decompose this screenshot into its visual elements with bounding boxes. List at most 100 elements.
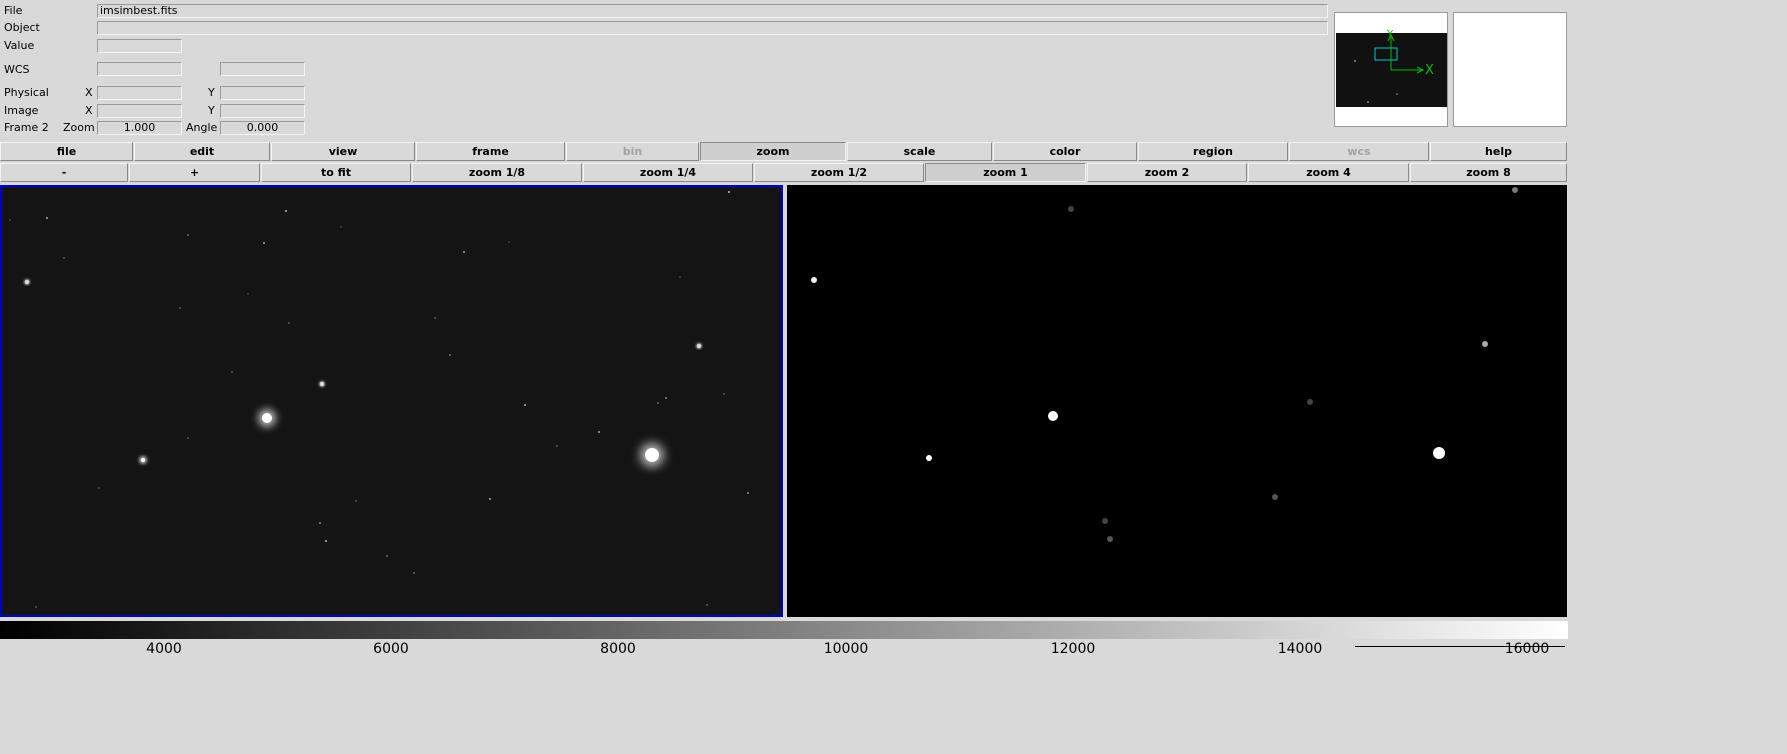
wcs-x-field xyxy=(97,62,182,76)
menu-button-help[interactable]: help xyxy=(1430,142,1567,161)
angle-label: Angle xyxy=(186,121,218,134)
star xyxy=(247,293,249,295)
physical-x-label: X xyxy=(85,86,93,99)
panner[interactable]: Y X xyxy=(1334,12,1448,127)
star xyxy=(1102,518,1108,524)
star xyxy=(288,322,290,324)
menu-button-wcs[interactable]: wcs xyxy=(1289,142,1429,161)
image-label: Image xyxy=(4,104,39,117)
star xyxy=(1482,341,1488,347)
colorbar-tick-label: 4000 xyxy=(146,641,182,657)
zoom-8-button[interactable]: zoom 8 xyxy=(1410,163,1567,182)
image-x-label: X xyxy=(85,104,93,117)
star xyxy=(811,277,817,283)
zoom-1-8-button[interactable]: zoom 1/8 xyxy=(412,163,582,182)
menu-button-file[interactable]: file xyxy=(0,142,133,161)
colorbar-tick-label: 12000 xyxy=(1050,641,1096,657)
zoom-1-button[interactable]: zoom 1 xyxy=(925,163,1086,182)
zoom-1-2-button[interactable]: zoom 1/2 xyxy=(754,163,924,182)
star xyxy=(325,540,327,542)
star xyxy=(320,382,324,386)
physical-x-field xyxy=(97,86,182,100)
star xyxy=(1307,399,1313,405)
star xyxy=(665,397,667,399)
star xyxy=(25,280,29,284)
colorbar-tick-label: 10000 xyxy=(823,641,869,657)
menu-button-view[interactable]: view xyxy=(271,142,415,161)
star xyxy=(179,307,181,309)
panner-x-label: X xyxy=(1425,63,1434,78)
physical-y-label: Y xyxy=(208,86,215,99)
star xyxy=(262,413,272,423)
image-frame-2[interactable] xyxy=(787,185,1567,617)
star xyxy=(747,492,749,494)
image-x-field xyxy=(97,104,182,118)
star xyxy=(1512,187,1518,193)
star xyxy=(463,251,465,253)
star xyxy=(723,393,725,395)
menu-button-bin[interactable]: bin xyxy=(566,142,699,161)
menu-button-edit[interactable]: edit xyxy=(134,142,270,161)
star xyxy=(35,606,37,608)
star xyxy=(489,498,491,500)
physical-label: Physical xyxy=(4,86,49,99)
file-name-field: imsimbest.fits xyxy=(97,4,1328,18)
zoom-label: Zoom xyxy=(63,121,95,134)
colorbar-tick-label: 8000 xyxy=(600,641,636,657)
star xyxy=(706,604,708,606)
colorbar-tick-label: 14000 xyxy=(1277,641,1323,657)
zoom-value-field: 1.000 xyxy=(97,121,182,135)
star xyxy=(1048,411,1058,421)
zoom-1-4-button[interactable]: zoom 1/4 xyxy=(583,163,753,182)
star xyxy=(285,210,287,212)
wcs-label: WCS xyxy=(4,63,30,76)
menu-button-color[interactable]: color xyxy=(993,142,1137,161)
menu-button-scale[interactable]: scale xyxy=(847,142,992,161)
zoom-in-button[interactable]: + xyxy=(129,163,260,182)
zoom-2-button[interactable]: zoom 2 xyxy=(1087,163,1247,182)
star xyxy=(524,404,526,406)
star xyxy=(657,402,659,404)
image-y-field xyxy=(220,104,305,118)
object-label: Object xyxy=(4,21,40,34)
frame-label: Frame 2 xyxy=(4,121,49,134)
star xyxy=(9,219,11,221)
zoom-to-fit-button[interactable]: to fit xyxy=(261,163,411,182)
star xyxy=(413,572,415,574)
star xyxy=(556,445,558,447)
star xyxy=(645,448,659,462)
star xyxy=(187,437,189,439)
menu-button-zoom[interactable]: zoom xyxy=(700,142,846,161)
star xyxy=(1107,536,1113,542)
menu-button-region[interactable]: region xyxy=(1138,142,1288,161)
menu-button-frame[interactable]: frame xyxy=(416,142,565,161)
star xyxy=(1433,447,1445,459)
colorbar-tick-label: 16000 xyxy=(1504,641,1550,657)
zoom-out-button[interactable]: - xyxy=(0,163,128,182)
star xyxy=(728,191,730,193)
image-frame-1[interactable] xyxy=(0,185,783,617)
physical-y-field xyxy=(220,86,305,100)
star xyxy=(187,234,189,236)
star xyxy=(319,522,321,524)
star xyxy=(46,217,48,219)
star xyxy=(926,455,932,461)
star xyxy=(231,371,233,373)
star xyxy=(697,344,701,348)
image-y-label: Y xyxy=(208,104,215,117)
angle-value-field: 0.000 xyxy=(220,121,305,135)
zoom-4-button[interactable]: zoom 4 xyxy=(1248,163,1409,182)
star xyxy=(141,458,145,462)
panner-y-label: Y xyxy=(1387,29,1394,40)
colorbar[interactable] xyxy=(0,621,1568,639)
colorbar-tick-label: 6000 xyxy=(373,641,409,657)
star xyxy=(340,226,342,228)
star xyxy=(355,500,357,502)
star xyxy=(63,257,65,259)
wcs-y-field xyxy=(220,62,305,76)
star xyxy=(263,242,265,244)
file-label: File xyxy=(4,4,23,17)
value-field xyxy=(97,39,182,53)
star xyxy=(386,555,388,557)
object-field xyxy=(97,21,1328,35)
